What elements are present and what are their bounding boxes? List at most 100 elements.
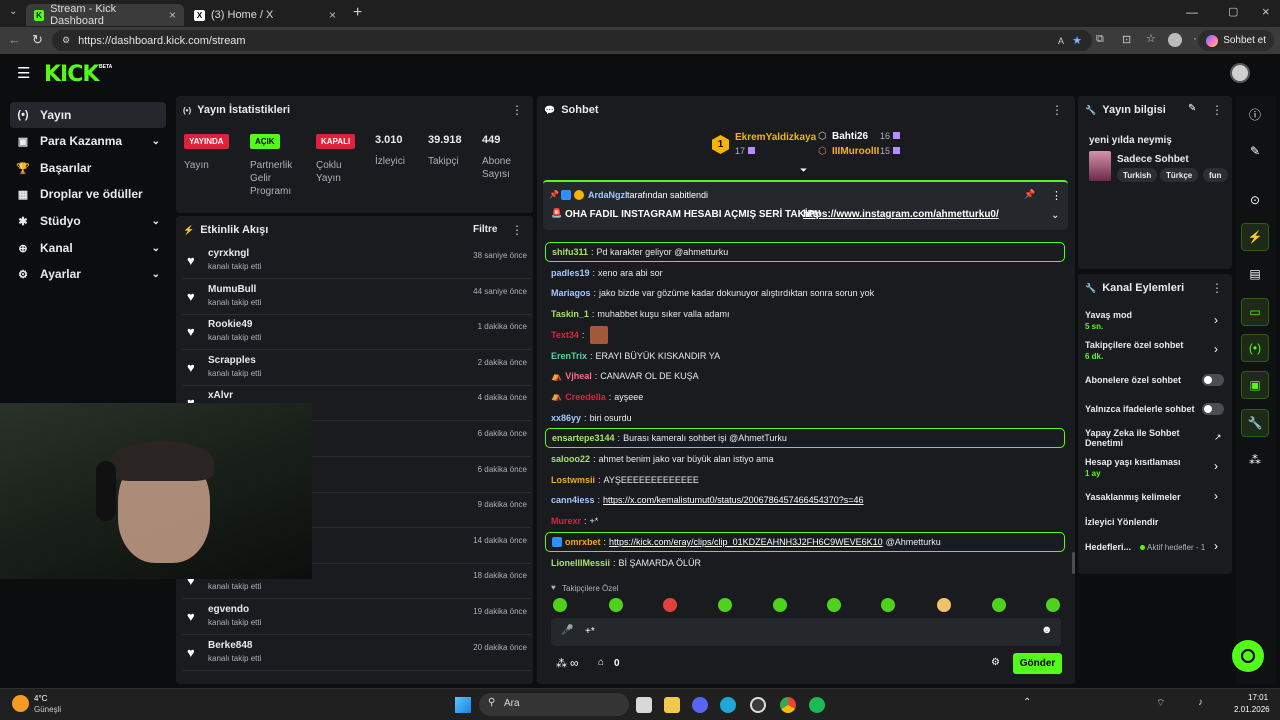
- lightning-rail-icon[interactable]: ⚡: [1241, 223, 1269, 251]
- obs-icon[interactable]: [750, 697, 766, 713]
- sidebar-item-basarilar[interactable]: 🏆 Başarılar: [10, 155, 166, 181]
- chat-username[interactable]: Vjheal: [565, 371, 592, 381]
- banned-words-label[interactable]: Yasaklanmış kelimeler: [1085, 492, 1181, 502]
- emote-icon[interactable]: [881, 598, 895, 612]
- activity-user[interactable]: cyrxkngl: [208, 248, 249, 259]
- chat-username[interactable]: cann4iess: [551, 495, 595, 505]
- chat-link[interactable]: https://kick.com/eray/clips/clip_01KDZEA…: [609, 537, 883, 547]
- tab-kick-dashboard[interactable]: K Stream - Kick Dashboard ×: [26, 3, 184, 27]
- chat-username[interactable]: Text34: [551, 330, 579, 340]
- emoji-picker-icon[interactable]: ☻: [1041, 624, 1053, 636]
- chevron-right-icon[interactable]: ›: [1214, 342, 1218, 356]
- chat-username[interactable]: LionelllMessii: [551, 558, 610, 568]
- chevron-right-icon[interactable]: ›: [1214, 539, 1218, 553]
- chat-settings-icon[interactable]: ⚙: [991, 657, 1000, 668]
- info-icon[interactable]: ⓘ: [1241, 100, 1269, 128]
- chat-username[interactable]: shifu311: [552, 247, 588, 257]
- sidebar-item-ayarlar[interactable]: ⚙ Ayarlar ⌄: [10, 261, 166, 287]
- weather-icon[interactable]: [12, 695, 29, 712]
- edit-icon[interactable]: ✎: [1188, 103, 1196, 114]
- category-name[interactable]: Sadece Sohbet: [1117, 154, 1189, 165]
- emote-icon[interactable]: [937, 598, 951, 612]
- chat-username[interactable]: Lostwmsii: [551, 475, 595, 485]
- chat-username[interactable]: ErenTrix: [551, 351, 587, 361]
- chat-username[interactable]: Creedella: [565, 392, 606, 402]
- chevron-right-icon[interactable]: ›: [1214, 313, 1218, 327]
- chat-username[interactable]: xx86yy: [551, 413, 581, 423]
- leaderboard-user-3[interactable]: IIIMuroolII: [832, 146, 879, 157]
- volume-icon[interactable]: ♪: [1198, 697, 1203, 708]
- task-view-icon[interactable]: [636, 697, 652, 713]
- activity-user[interactable]: xAlvr: [208, 390, 233, 401]
- tab-list-icon[interactable]: ⌄: [9, 6, 17, 17]
- windows-start-icon[interactable]: [455, 697, 471, 713]
- url-field[interactable]: ⚙ https://dashboard.kick.com/stream A ★: [52, 30, 1092, 51]
- hamburger-menu-icon[interactable]: ☰: [17, 64, 30, 82]
- chevron-right-icon[interactable]: ›: [1214, 489, 1218, 503]
- favorite-star-icon[interactable]: ★: [1072, 34, 1082, 47]
- chat-input-box[interactable]: 🎤 +* ☻: [551, 618, 1061, 646]
- chat-link[interactable]: https://x.com/kemalistumut0/status/20067…: [603, 495, 863, 505]
- redirect-viewers-label[interactable]: İzleyici Yönlendir: [1085, 517, 1158, 527]
- spotify-icon[interactable]: [809, 697, 825, 713]
- chat-username[interactable]: omrxbet: [565, 537, 601, 547]
- chat-username[interactable]: Taskin_1: [551, 309, 589, 319]
- edge-icon[interactable]: [720, 697, 736, 713]
- community-rail-icon[interactable]: ⁂: [1241, 446, 1269, 474]
- expand-pinned-icon[interactable]: ⌄: [1051, 210, 1059, 221]
- chat-username[interactable]: Murexr: [551, 516, 581, 526]
- channel-actions-menu-icon[interactable]: ⋮: [1211, 281, 1223, 295]
- extensions-icon[interactable]: ⧉: [1096, 33, 1104, 46]
- clock-time[interactable]: 17:01: [1248, 693, 1268, 702]
- split-screen-icon[interactable]: ⊡: [1122, 33, 1131, 46]
- emote-icon[interactable]: [773, 598, 787, 612]
- external-link-icon[interactable]: ↗: [1214, 432, 1222, 443]
- read-aloud-icon[interactable]: A: [1058, 36, 1064, 46]
- chrome-icon[interactable]: [780, 697, 796, 713]
- age-restriction-label[interactable]: Hesap yaşı kısıtlaması: [1085, 457, 1181, 467]
- clock-date[interactable]: 2.01.2026: [1234, 705, 1270, 714]
- kick-logo[interactable]: KICK: [44, 62, 99, 87]
- activity-user[interactable]: Rookie49: [208, 319, 252, 330]
- chat-username[interactable]: padles19: [551, 268, 590, 278]
- profile-avatar[interactable]: [1168, 33, 1182, 47]
- taskbar-search[interactable]: ⚲ Ara: [479, 693, 629, 716]
- stream-info-menu-icon[interactable]: ⋮: [1211, 103, 1223, 117]
- unpin-icon[interactable]: 📌: [1024, 189, 1035, 200]
- chat-menu-icon[interactable]: ⋮: [1051, 103, 1063, 117]
- sidebar-item-studyo[interactable]: ✱ Stüdyo ⌄: [10, 208, 166, 234]
- wrench-rail-icon[interactable]: 🔧: [1241, 409, 1269, 437]
- activity-user[interactable]: Scrapples: [208, 355, 256, 366]
- close-tab-icon[interactable]: ×: [169, 8, 176, 22]
- emote-icon[interactable]: [553, 598, 567, 612]
- close-tab-icon[interactable]: ×: [329, 8, 336, 22]
- tray-chevron-icon[interactable]: ⌃: [1023, 697, 1031, 708]
- support-button[interactable]: [1232, 640, 1264, 672]
- community-icon[interactable]: ⁂: [556, 657, 567, 670]
- goals-label[interactable]: Hedefleri...: [1085, 542, 1131, 552]
- pinned-link[interactable]: https://www.instagram.com/ahmetturku0/: [803, 209, 999, 220]
- sidebar-item-droplar[interactable]: ▦ Droplar ve ödüller: [10, 181, 166, 207]
- tab-x-home[interactable]: X (3) Home / X ×: [186, 4, 344, 26]
- emote-icon[interactable]: [663, 598, 677, 612]
- broadcast-rail-icon[interactable]: (•): [1241, 334, 1269, 362]
- notes-icon[interactable]: ▤: [1241, 260, 1269, 288]
- sidebar-item-kanal[interactable]: ⊕ Kanal ⌄: [10, 235, 166, 261]
- activity-user[interactable]: MumuBull: [208, 284, 256, 295]
- microphone-icon[interactable]: 🎤: [561, 625, 573, 636]
- emote-icon[interactable]: [827, 598, 841, 612]
- chat-username[interactable]: Mariagos: [551, 288, 591, 298]
- user-avatar[interactable]: [1230, 63, 1250, 83]
- emote-icon[interactable]: [1046, 598, 1060, 612]
- store-icon[interactable]: ⌂: [598, 657, 604, 668]
- emote-icon[interactable]: [718, 598, 732, 612]
- pencil-icon[interactable]: ✎: [1241, 137, 1269, 165]
- collapse-leaderboard-icon[interactable]: ⏷: [800, 165, 807, 176]
- leaderboard-user-2[interactable]: Bahti26: [832, 131, 868, 142]
- back-icon[interactable]: ←: [8, 32, 21, 47]
- close-window-icon[interactable]: ×: [1262, 4, 1270, 19]
- chevron-right-icon[interactable]: ›: [1214, 459, 1218, 473]
- ai-moderation-label[interactable]: Yapay Zeka ile Sohbet Denetimi: [1085, 428, 1195, 448]
- activity-user[interactable]: egvendo: [208, 604, 249, 615]
- wifi-icon[interactable]: ⌔: [1156, 697, 1165, 710]
